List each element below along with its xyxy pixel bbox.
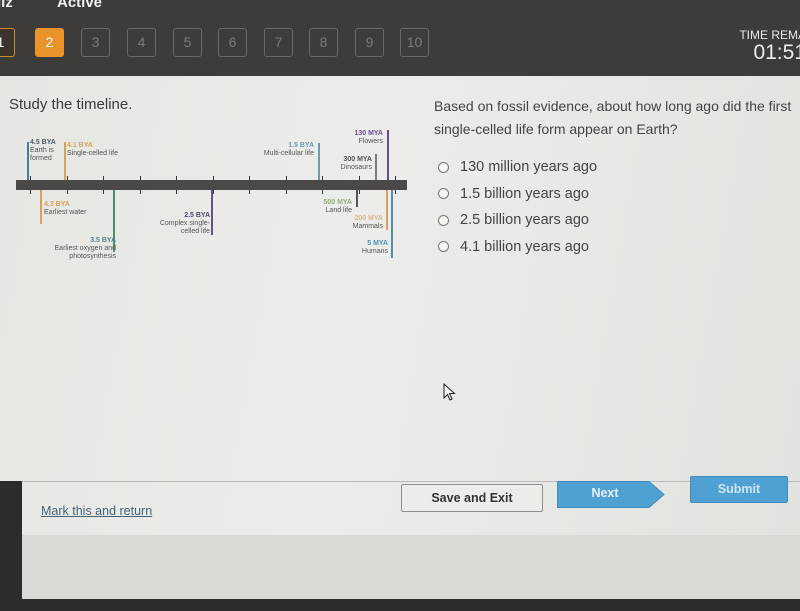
radio-button[interactable] [438,188,449,200]
timeline-bar [16,180,407,190]
timeline-tick [176,176,177,180]
event-line-earliest-water [40,190,42,224]
event-earliest-oxygen: 3.5 BYA Earliest oxygen and photosynthes… [54,237,116,260]
timeline-tick [66,176,68,180]
event-line-mammals [386,190,388,230]
question-button-9[interactable]: 9 [355,28,384,57]
event-single-celled: 4.1 BYA Single-celled life [67,142,118,157]
answer-option-3[interactable]: 2.5 billion years ago [438,207,597,234]
timeline-tick [322,190,323,194]
radio-button[interactable] [438,241,449,253]
next-button[interactable]: Next [557,481,665,508]
question-content: Study the timeline. 4.5 BYA Earth is for… [0,76,800,611]
question-button-1[interactable]: 1 [0,28,15,57]
event-complex-single-celled: 2.5 BYA Complex single- celled life [159,212,210,235]
timeline-tick [395,176,396,180]
quiz-header: uiz Active 1 2 3 4 5 6 7 8 9 10 TIME REM… [0,0,800,76]
event-land-life: 500 MYA Land life [323,199,352,214]
save-and-exit-button[interactable]: Save and Exit [401,484,543,512]
timeline-tick [395,190,396,194]
timeline-tick [139,190,141,194]
event-line-land-life [356,190,358,207]
radio-button[interactable] [438,214,449,226]
event-earth-formed: 4.5 BYA Earth is formed [30,139,56,162]
timeline-tick [103,190,104,194]
timeline-tick [249,190,250,194]
question-button-4[interactable]: 4 [127,28,156,57]
event-multicellular: 1.5 BYA Multi-cellular life [263,142,314,157]
event-line-flowers [387,130,389,180]
timer-label: TIME REMA [739,28,800,42]
event-line-multicellular [318,143,320,180]
answer-option-4[interactable]: 4.1 billion years ago [438,234,597,261]
event-dinosaurs: 300 MYA Dinosaurs [340,156,372,171]
answer-label: 2.5 billion years ago [460,212,589,229]
event-line-dinosaurs [375,154,377,180]
question-button-10[interactable]: 10 [400,28,429,57]
event-line-earth-formed [27,142,29,180]
answer-label: 1.5 billion years ago [460,185,589,202]
timeline-tick [139,176,141,180]
timeline-tick [66,190,68,194]
question-text: Based on fossil evidence, about how long… [434,98,792,137]
timeline-tick [322,176,323,180]
question-button-8[interactable]: 8 [309,28,338,57]
mark-and-return-link[interactable]: Mark this and return [41,504,152,518]
question-button-3[interactable]: 3 [81,28,110,57]
submit-button[interactable]: Submit [690,476,788,503]
event-line-single-celled [64,142,66,180]
event-humans: 5 MYA Humans [361,240,388,255]
answer-option-1[interactable]: 130 million years ago [438,154,597,181]
timeline-tick [30,190,31,194]
event-flowers: 130 MYA Flowers [354,130,383,145]
timeline-figure: 4.5 BYA Earth is formed 4.1 BYA Single-c… [0,76,420,376]
question-button-5[interactable]: 5 [173,28,202,57]
question-button-6[interactable]: 6 [218,28,247,57]
event-line-complex-single-celled [211,190,213,235]
screen-edge [0,481,22,611]
timeline-tick [358,190,360,194]
timeline-tick [358,176,360,180]
answer-label: 130 million years ago [460,159,598,176]
timeline-tick [285,176,287,180]
timeline-tick [103,176,104,180]
next-label: Next [591,486,619,500]
answer-option-2[interactable]: 1.5 billion years ago [438,181,597,208]
event-mammals: 200 MYA Mammals [352,215,383,230]
event-line-humans [391,190,393,258]
radio-button[interactable] [438,161,449,173]
question-button-2[interactable]: 2 [35,28,64,57]
answer-options: 130 million years ago 1.5 billion years … [438,154,597,260]
quiz-status: Active [57,0,103,11]
screen-bezel [0,599,800,611]
event-earliest-water: 4.3 BYA Earliest water [44,201,87,216]
mouse-cursor-icon [443,383,456,401]
timer-value: 01:51 [753,41,800,64]
question-button-7[interactable]: 7 [264,28,293,57]
timeline-tick [212,190,214,194]
timeline-tick [285,190,287,194]
quiz-title: uiz [0,0,13,11]
timeline-tick [212,176,214,180]
footer-divider [22,481,800,482]
timeline-tick [30,176,31,180]
answer-label: 4.1 billion years ago [460,238,589,255]
timeline-tick [176,190,177,194]
timeline-tick [249,176,250,180]
